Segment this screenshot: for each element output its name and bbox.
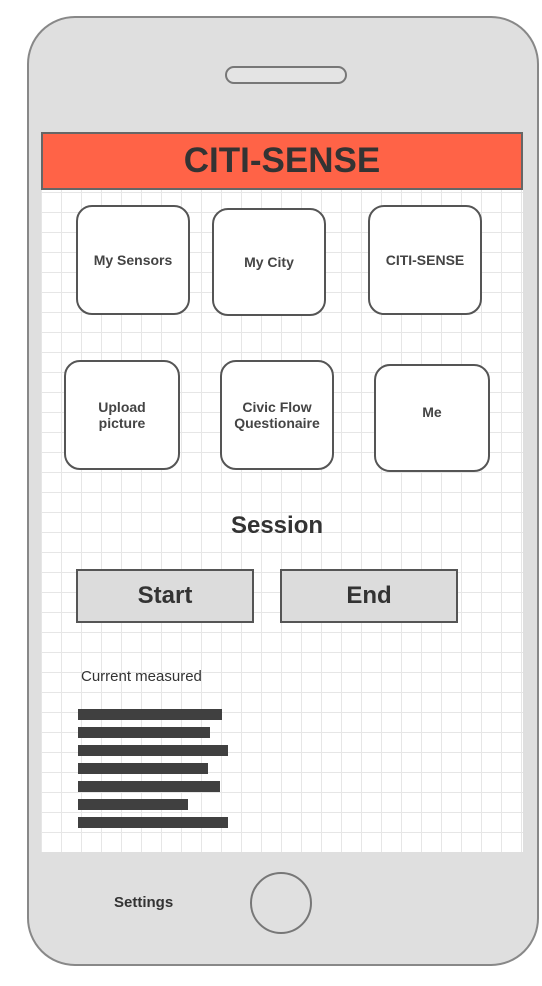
home-button[interactable] xyxy=(250,872,312,934)
current-measured-label: Current measured xyxy=(81,668,202,685)
measurement-bar xyxy=(78,799,188,810)
tile-upload-picture-label: Upload picture xyxy=(98,399,146,431)
tile-me-label: Me xyxy=(422,404,442,420)
tile-civic-flow-questionnaire[interactable]: Civic Flow Questionaire xyxy=(220,360,334,470)
measurement-bar xyxy=(78,727,210,738)
app-header: CITI-SENSE xyxy=(41,132,523,190)
measurement-bar xyxy=(78,763,208,774)
speaker-slot xyxy=(225,66,347,84)
tile-my-sensors[interactable]: My Sensors xyxy=(76,205,190,315)
app-title: CITI-SENSE xyxy=(183,141,381,180)
start-button-label: Start xyxy=(137,582,193,609)
measurement-bar xyxy=(78,745,228,756)
measurement-bar xyxy=(78,781,220,792)
tile-my-sensors-label: My Sensors xyxy=(93,252,173,268)
tile-my-city-label: My City xyxy=(244,254,294,270)
tile-my-city[interactable]: My City xyxy=(212,208,326,316)
measurement-bar xyxy=(78,709,222,720)
app-screen: CITI-SENSE My Sensors My City CITI-SENSE… xyxy=(41,132,523,852)
tile-citi-sense[interactable]: CITI-SENSE xyxy=(368,205,482,315)
tile-civic-flow-label: Civic Flow Questionaire xyxy=(234,399,320,431)
end-button-label: End xyxy=(346,582,392,609)
end-button[interactable]: End xyxy=(280,569,458,623)
session-title: Session xyxy=(230,512,324,539)
start-button[interactable]: Start xyxy=(76,569,254,623)
tile-upload-picture[interactable]: Upload picture xyxy=(64,360,180,470)
tile-citi-sense-label: CITI-SENSE xyxy=(385,252,465,268)
tile-me[interactable]: Me xyxy=(374,364,490,472)
measurement-bar xyxy=(78,817,228,828)
settings-link[interactable]: Settings xyxy=(114,894,173,911)
